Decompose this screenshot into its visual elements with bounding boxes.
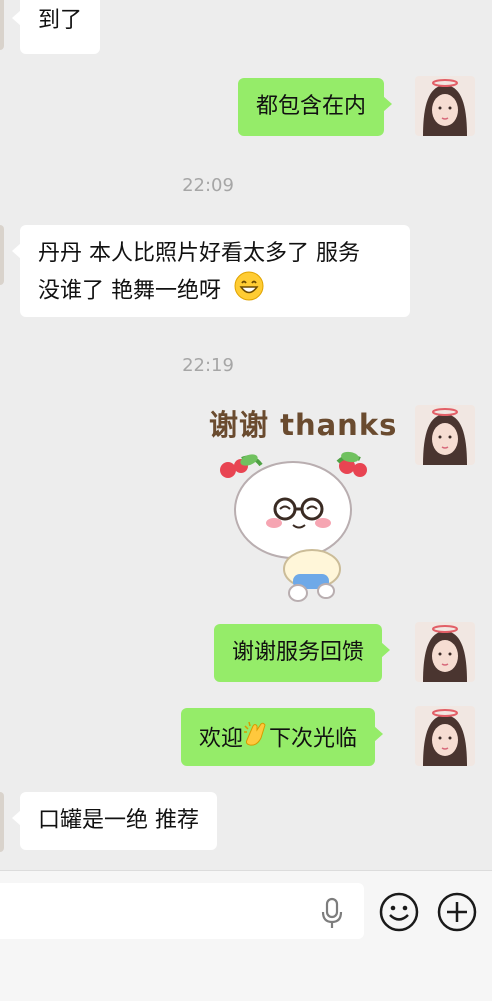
- message-bubble-incoming[interactable]: 口罐是一绝 推荐: [12, 792, 217, 850]
- message-text-suffix: 下次光临: [269, 726, 358, 752]
- message-bubble-outgoing[interactable]: 都包含在内: [238, 78, 393, 136]
- message-text: 都包含在内: [256, 94, 367, 119]
- timestamp: 22:09: [182, 175, 234, 196]
- chat-history[interactable]: 到了 都包含在内 22:09 丹丹 本人比照片好看太多了 服务 没谁了 艳舞一绝…: [0, 0, 492, 870]
- microphone-icon[interactable]: [318, 897, 346, 931]
- message-input[interactable]: [0, 883, 364, 939]
- sticker-caption: 谢谢 thanks: [209, 408, 398, 442]
- message-text-line-1: 丹丹 本人比照片好看太多了 服务: [38, 241, 360, 266]
- message-bubble-outgoing[interactable]: 谢谢服务回馈: [214, 624, 391, 682]
- message-row: 口罐是一绝 推荐: [0, 792, 492, 852]
- message-row: 谢谢服务回馈: [0, 622, 492, 686]
- contact-avatar[interactable]: [0, 225, 4, 285]
- user-avatar[interactable]: [415, 706, 475, 766]
- timestamp: 22:19: [182, 355, 234, 376]
- contact-avatar[interactable]: [0, 792, 4, 852]
- plus-circle-icon[interactable]: [436, 891, 478, 933]
- user-avatar-image: [415, 622, 475, 682]
- user-avatar-image: [415, 405, 475, 465]
- user-avatar[interactable]: [415, 622, 475, 682]
- message-text: 谢谢服务回馈: [232, 640, 365, 665]
- message-bubble-outgoing[interactable]: 欢迎 下次光临: [181, 708, 384, 766]
- user-avatar-image: [415, 76, 475, 136]
- message-row: 丹丹 本人比照片好看太多了 服务 没谁了 艳舞一绝呀: [0, 225, 492, 319]
- input-bar: [0, 870, 492, 1001]
- user-avatar-image: [415, 706, 475, 766]
- contact-avatar[interactable]: [0, 0, 4, 50]
- message-text-line-2-text: 没谁了 艳舞一绝呀: [38, 278, 221, 304]
- message-text: 到了: [38, 8, 83, 33]
- clapping-hands-emoji-icon: [243, 720, 269, 759]
- user-avatar[interactable]: [415, 76, 475, 136]
- message-text-prefix: 欢迎: [199, 726, 244, 752]
- user-avatar[interactable]: [415, 405, 475, 465]
- message-bubble-incoming[interactable]: 丹丹 本人比照片好看太多了 服务 没谁了 艳舞一绝呀: [12, 225, 410, 317]
- message-row: 到了: [0, 0, 492, 56]
- smiley-face-icon[interactable]: [378, 891, 420, 933]
- message-row: 欢迎 下次光临: [0, 706, 492, 770]
- grin-emoji-icon: [234, 271, 264, 312]
- sticker-message[interactable]: 谢谢 thanks: [205, 398, 400, 603]
- message-text-line-2: 没谁了 艳舞一绝呀: [38, 271, 392, 312]
- message-row: 都包含在内: [0, 76, 492, 140]
- message-text: 口罐是一绝 推荐: [38, 808, 199, 833]
- message-bubble-incoming[interactable]: 到了: [11, 0, 101, 54]
